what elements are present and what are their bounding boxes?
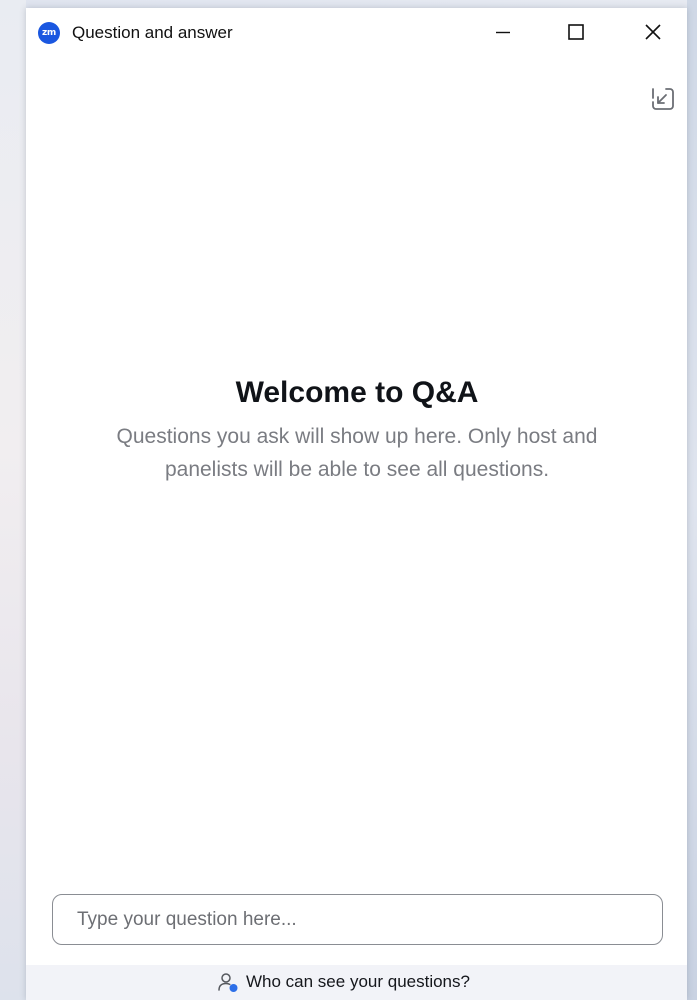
welcome-description: Questions you ask will show up here. Onl… [116, 425, 598, 481]
desktop-background-right [687, 0, 697, 1000]
person-visibility-icon [218, 973, 238, 992]
pop-in-arrow-icon [652, 88, 674, 110]
desktop-background-left [0, 0, 26, 1000]
qa-window: zm Question and answer Welcome to Q&A Qu… [26, 8, 687, 1000]
title-bar[interactable]: zm Question and answer [26, 8, 687, 56]
minimize-icon [496, 31, 510, 34]
question-composer[interactable] [52, 894, 663, 945]
welcome-title: Welcome to Q&A [235, 376, 479, 409]
pop-in-button[interactable] [646, 82, 680, 116]
who-can-see-questions-link[interactable]: Who can see your questions? [216, 967, 470, 997]
zoom-logo-icon: zm [38, 22, 60, 44]
close-icon [645, 24, 661, 40]
minimize-button[interactable] [472, 8, 534, 56]
window-title: Question and answer [72, 23, 233, 42]
who-can-see-label: Who can see your questions? [246, 972, 470, 991]
footer-bar: Who can see your questions? [26, 965, 687, 1000]
maximize-button[interactable] [545, 8, 607, 56]
question-input[interactable] [53, 895, 662, 944]
maximize-icon [568, 24, 584, 40]
empty-state: Welcome to Q&A Questions you ask will sh… [86, 374, 628, 486]
close-button[interactable] [622, 8, 684, 56]
